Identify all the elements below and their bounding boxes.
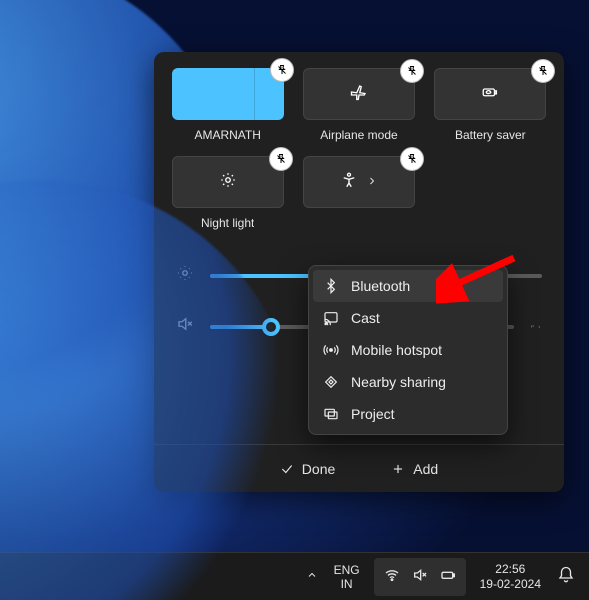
tile-wifi: AMARNATH — [170, 68, 285, 142]
menu-item-nearby[interactable]: Nearby sharing — [313, 366, 503, 398]
tile-label: Battery saver — [455, 128, 526, 142]
date-text: 19-02-2024 — [480, 577, 541, 592]
menu-label: Nearby sharing — [351, 374, 446, 390]
nearby-icon — [323, 374, 339, 390]
tray-overflow-button[interactable] — [288, 569, 324, 584]
panel-bottom-bar: Done Add — [154, 444, 564, 492]
done-button[interactable]: Done — [270, 455, 345, 483]
menu-label: Bluetooth — [351, 278, 410, 294]
add-tile-menu: Bluetooth Cast Mobile hotspot Nearby sha… — [308, 265, 508, 435]
accessibility-icon — [340, 171, 358, 194]
add-label: Add — [413, 461, 438, 477]
airplane-toggle[interactable] — [303, 68, 415, 120]
wifi-toggle[interactable] — [172, 68, 284, 120]
desktop-wallpaper: AMARNATH Airplane mode — [0, 0, 589, 600]
language-button[interactable]: ENG IN — [324, 553, 370, 600]
lang-bottom: IN — [341, 577, 353, 591]
project-icon — [323, 406, 339, 422]
tile-label: Night light — [201, 216, 254, 230]
unpin-airplane-button[interactable] — [400, 59, 424, 83]
quick-tiles-grid: AMARNATH Airplane mode — [170, 68, 548, 230]
system-tray-button[interactable] — [374, 558, 466, 596]
chevron-right-icon — [366, 175, 378, 190]
brightness-icon — [176, 264, 194, 287]
done-label: Done — [302, 461, 335, 477]
battery-leaf-icon — [481, 83, 499, 106]
notifications-button[interactable] — [551, 566, 589, 587]
battery-saver-toggle[interactable] — [434, 68, 546, 120]
unpin-accessibility-button[interactable] — [400, 147, 424, 171]
wifi-icon — [384, 567, 400, 586]
menu-item-bluetooth[interactable]: Bluetooth — [313, 270, 503, 302]
volume-mute-icon — [412, 567, 428, 586]
night-light-icon — [219, 171, 237, 194]
tile-airplane: Airplane mode — [301, 68, 416, 142]
clock-button[interactable]: 22:56 19-02-2024 — [470, 553, 551, 600]
cast-icon — [323, 310, 339, 326]
tile-night-light: Night light — [170, 156, 285, 230]
time-text: 22:56 — [495, 562, 525, 577]
unpin-wifi-button[interactable] — [270, 58, 294, 82]
airplane-icon — [350, 83, 368, 106]
tile-label: Airplane mode — [320, 128, 397, 142]
volume-mute-icon — [176, 315, 194, 338]
menu-label: Mobile hotspot — [351, 342, 442, 358]
menu-item-project[interactable]: Project — [313, 398, 503, 430]
lang-top: ENG — [334, 563, 360, 577]
tile-accessibility — [301, 156, 416, 230]
menu-label: Project — [351, 406, 395, 422]
battery-icon — [440, 567, 456, 586]
add-button[interactable]: Add — [381, 455, 448, 483]
menu-label: Cast — [351, 310, 380, 326]
bluetooth-icon — [323, 278, 339, 294]
audio-output-button[interactable] — [530, 322, 542, 332]
unpin-nightlight-button[interactable] — [269, 147, 293, 171]
tile-label: AMARNATH — [194, 128, 260, 142]
menu-item-cast[interactable]: Cast — [313, 302, 503, 334]
menu-item-hotspot[interactable]: Mobile hotspot — [313, 334, 503, 366]
taskbar: ENG IN 22:56 19-02-2024 — [0, 552, 589, 600]
accessibility-toggle[interactable] — [303, 156, 415, 208]
chevron-up-icon — [306, 569, 318, 581]
unpin-battery-button[interactable] — [531, 59, 555, 83]
tile-battery-saver: Battery saver — [433, 68, 548, 142]
bell-icon — [557, 566, 575, 584]
night-light-toggle[interactable] — [172, 156, 284, 208]
hotspot-icon — [323, 342, 339, 358]
